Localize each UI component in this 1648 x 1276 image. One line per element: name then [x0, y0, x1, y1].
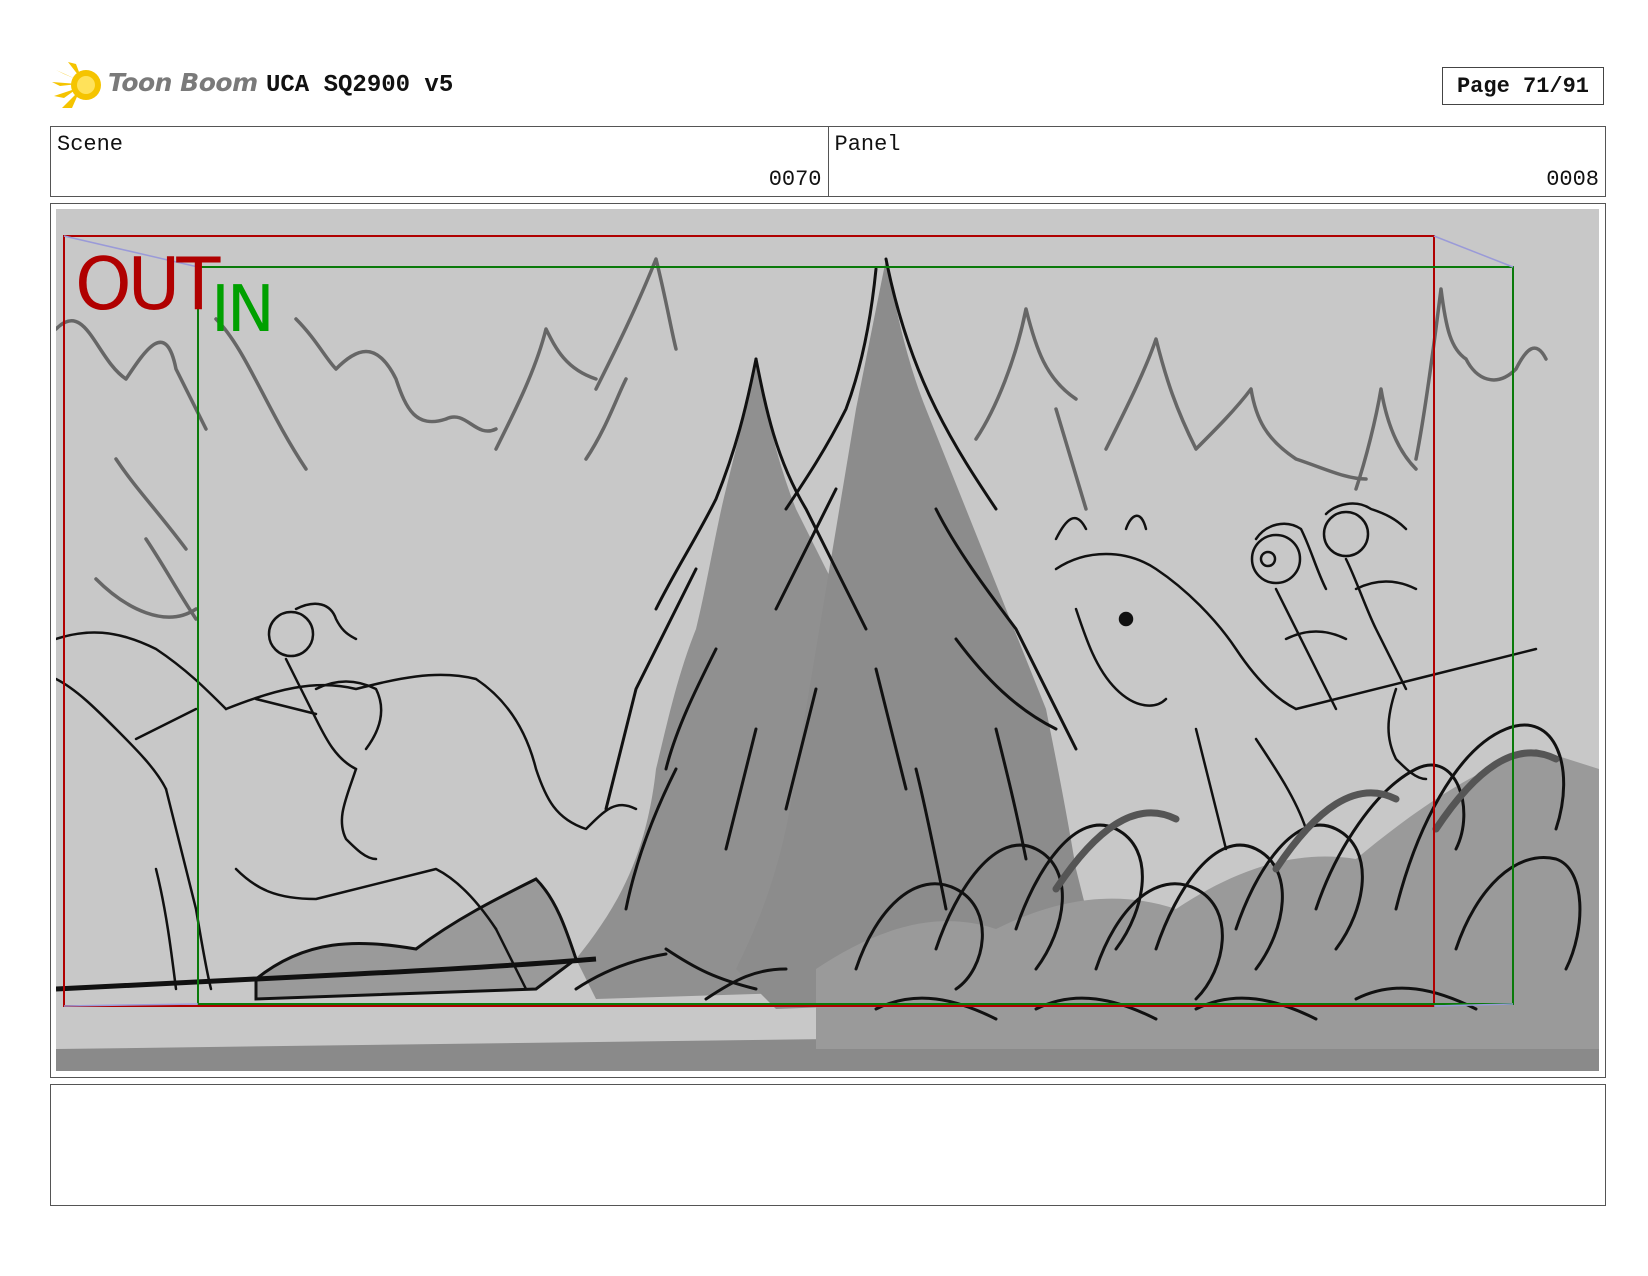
storyboard-sketch: [56, 209, 1599, 1071]
panel-label: Panel: [834, 132, 901, 157]
panel-cell: Panel 0008: [827, 127, 1606, 196]
document-title: UCA SQ2900 v5: [266, 72, 454, 99]
storyboard-panel: OUT IN: [50, 203, 1606, 1078]
page-number-box: Page 71/91: [1442, 67, 1604, 105]
scene-number: 0070: [768, 167, 822, 192]
page-header: Toon Boom UCA SQ2900 v5 Page 71/91: [50, 60, 1610, 112]
panel-notes-box: [50, 1084, 1606, 1206]
out-frame-label: OUT: [75, 242, 220, 326]
brand-name: Toon Boom: [108, 68, 258, 97]
scene-panel-info: Scene 0070 Panel 0008: [50, 126, 1606, 197]
scene-cell: Scene 0070: [51, 127, 828, 196]
toon-boom-logo-icon: [52, 60, 104, 112]
panel-number: 0008: [1546, 167, 1599, 192]
in-frame-label: IN: [211, 273, 275, 347]
scene-label: Scene: [57, 132, 124, 157]
